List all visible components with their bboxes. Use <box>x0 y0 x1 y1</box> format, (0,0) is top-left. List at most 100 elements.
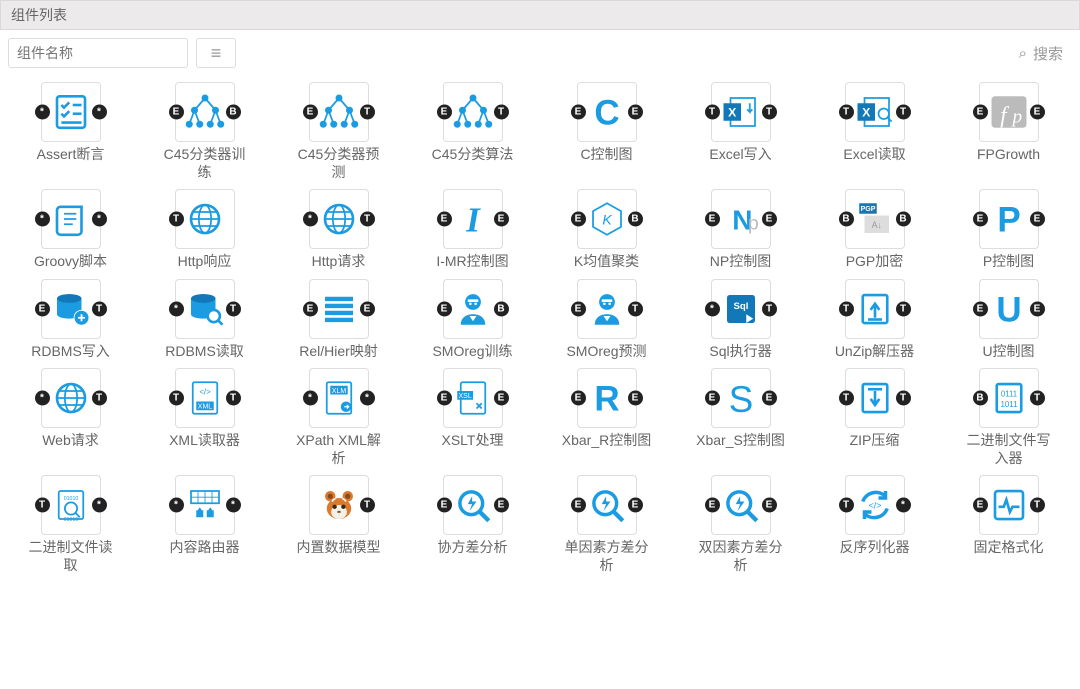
port-left-badge: E <box>303 105 318 120</box>
component-icon: Sql*T <box>711 279 771 339</box>
component-item[interactable]: **Assert断言 <box>8 82 133 181</box>
port-right-badge: E <box>762 498 777 513</box>
component-item[interactable]: 01111011BT二进制文件写入器 <box>946 368 1071 467</box>
component-label: Http请求 <box>312 253 366 271</box>
component-item[interactable]: </>T*反序列化器 <box>812 475 937 574</box>
port-right-badge: T <box>92 391 107 406</box>
component-label: C45分类器预测 <box>294 146 384 181</box>
panel-header: 组件列表 <box>0 0 1080 30</box>
component-item[interactable]: KEBK均值聚类 <box>544 189 669 271</box>
toolbar: ≡ ⌕ 搜索 <box>0 30 1080 76</box>
component-item[interactable]: E T C45分类器预测 <box>276 82 401 181</box>
component-label: Xbar_R控制图 <box>562 432 651 450</box>
port-left-badge: * <box>303 391 318 406</box>
component-label: XPath XML解析 <box>294 432 384 467</box>
component-item[interactable]: IEEI-MR控制图 <box>410 189 535 271</box>
component-item[interactable]: EE双因素方差分析 <box>678 475 803 574</box>
component-label: Excel写入 <box>709 146 771 164</box>
search-icon: ⌕ <box>1019 45 1027 62</box>
component-item[interactable]: ET固定格式化 <box>946 475 1071 574</box>
component-icon: XTT <box>711 82 771 142</box>
component-item[interactable]: ETSMOreg预测 <box>544 279 669 361</box>
menu-button[interactable]: ≡ <box>196 38 236 68</box>
component-icon: TT <box>845 368 905 428</box>
component-item[interactable]: fpEEFPGrowth <box>946 82 1071 181</box>
port-left-badge: * <box>303 212 318 227</box>
port-right-badge: * <box>92 105 107 120</box>
component-item[interactable]: **Groovy脚本 <box>8 189 133 271</box>
component-item[interactable]: THttp响应 <box>142 189 267 271</box>
port-left-badge: E <box>571 391 586 406</box>
component-item[interactable]: UEEU控制图 <box>946 279 1071 361</box>
component-item[interactable]: EE 协方差分析 <box>410 475 535 574</box>
component-item[interactable]: *TRDBMS读取 <box>142 279 267 361</box>
component-icon: SEE <box>711 368 771 428</box>
component-label: 二进制文件写入器 <box>964 432 1054 467</box>
port-left-badge: E <box>973 498 988 513</box>
port-right-badge: T <box>896 105 911 120</box>
component-item[interactable]: *TWeb请求 <box>8 368 133 467</box>
component-icon: TT <box>845 279 905 339</box>
component-item[interactable]: 0101001010T*二进制文件读取 <box>8 475 133 574</box>
component-item[interactable]: XTT Excel写入 <box>678 82 803 181</box>
port-left-badge: T <box>705 105 720 120</box>
component-label: K均值聚类 <box>574 253 639 271</box>
port-left-badge: T <box>839 105 854 120</box>
component-label: NP控制图 <box>710 253 771 271</box>
component-item[interactable]: ETRDBMS写入 <box>8 279 133 361</box>
component-item[interactable]: PEEP控制图 <box>946 189 1071 271</box>
component-item[interactable]: XLM**XPath XML解析 <box>276 368 401 467</box>
component-item[interactable]: **内容路由器 <box>142 475 267 574</box>
port-left-badge: E <box>705 498 720 513</box>
component-icon: *T <box>41 368 101 428</box>
component-item[interactable]: NpEENP控制图 <box>678 189 803 271</box>
component-icon: EE <box>577 475 637 535</box>
port-right-badge: * <box>226 498 241 513</box>
component-label: C45分类算法 <box>432 146 514 164</box>
component-label: SMOreg预测 <box>566 343 646 361</box>
component-item[interactable]: EBSMOreg训练 <box>410 279 535 361</box>
component-item[interactable]: Sql*T Sql执行器 <box>678 279 803 361</box>
component-item[interactable]: *THttp请求 <box>276 189 401 271</box>
component-item[interactable]: EE单因素方差分析 <box>544 475 669 574</box>
component-grid: **Assert断言EBC45分类器训练ETC45分类器预测ETC45分类算法C… <box>0 76 1080 574</box>
component-item[interactable]: EBC45分类器训练 <box>142 82 267 181</box>
port-left-badge: T <box>35 498 50 513</box>
port-left-badge: * <box>35 391 50 406</box>
port-right-badge: * <box>360 391 375 406</box>
component-icon: EE <box>443 475 503 535</box>
component-item[interactable]: EERel/Hier映射 <box>276 279 401 361</box>
component-item[interactable]: XTTExcel读取 <box>812 82 937 181</box>
port-right-badge: * <box>896 498 911 513</box>
component-label: XSLT处理 <box>442 432 504 450</box>
port-right-badge: T <box>896 301 911 316</box>
port-left-badge: T <box>169 391 184 406</box>
component-label: XML读取器 <box>169 432 240 450</box>
component-item[interactable]: REEXbar_R控制图 <box>544 368 669 467</box>
component-label: 协方差分析 <box>438 539 508 557</box>
component-item[interactable]: T内置数据模型 <box>276 475 401 574</box>
svg-text:XML: XML <box>197 404 212 411</box>
svg-text:S: S <box>728 379 753 419</box>
component-label: 内置数据模型 <box>297 539 381 557</box>
component-icon: T <box>175 189 235 249</box>
component-item[interactable]: PGPA↓BBPGP加密 <box>812 189 937 271</box>
svg-text:R: R <box>594 379 619 418</box>
port-left-badge: T <box>839 301 854 316</box>
component-label: 固定格式化 <box>974 539 1044 557</box>
svg-text:</>: </> <box>868 501 881 511</box>
component-item[interactable]: SEEXbar_S控制图 <box>678 368 803 467</box>
component-label: Sql执行器 <box>709 343 771 361</box>
component-label: 二进制文件读取 <box>26 539 116 574</box>
search-button[interactable]: ⌕ 搜索 <box>1010 38 1072 68</box>
component-item[interactable]: XSLEEXSLT处理 <box>410 368 535 467</box>
component-item[interactable]: ETC45分类算法 <box>410 82 535 181</box>
component-label: U控制图 <box>982 343 1034 361</box>
component-item[interactable]: TTZIP压缩 <box>812 368 937 467</box>
component-name-input[interactable] <box>8 38 188 68</box>
component-item[interactable]: CEEC控制图 <box>544 82 669 181</box>
port-right-badge: B <box>628 212 643 227</box>
component-item[interactable]: </>XMLTTXML读取器 <box>142 368 267 467</box>
port-right-badge: T <box>360 105 375 120</box>
component-item[interactable]: TTUnZip解压器 <box>812 279 937 361</box>
